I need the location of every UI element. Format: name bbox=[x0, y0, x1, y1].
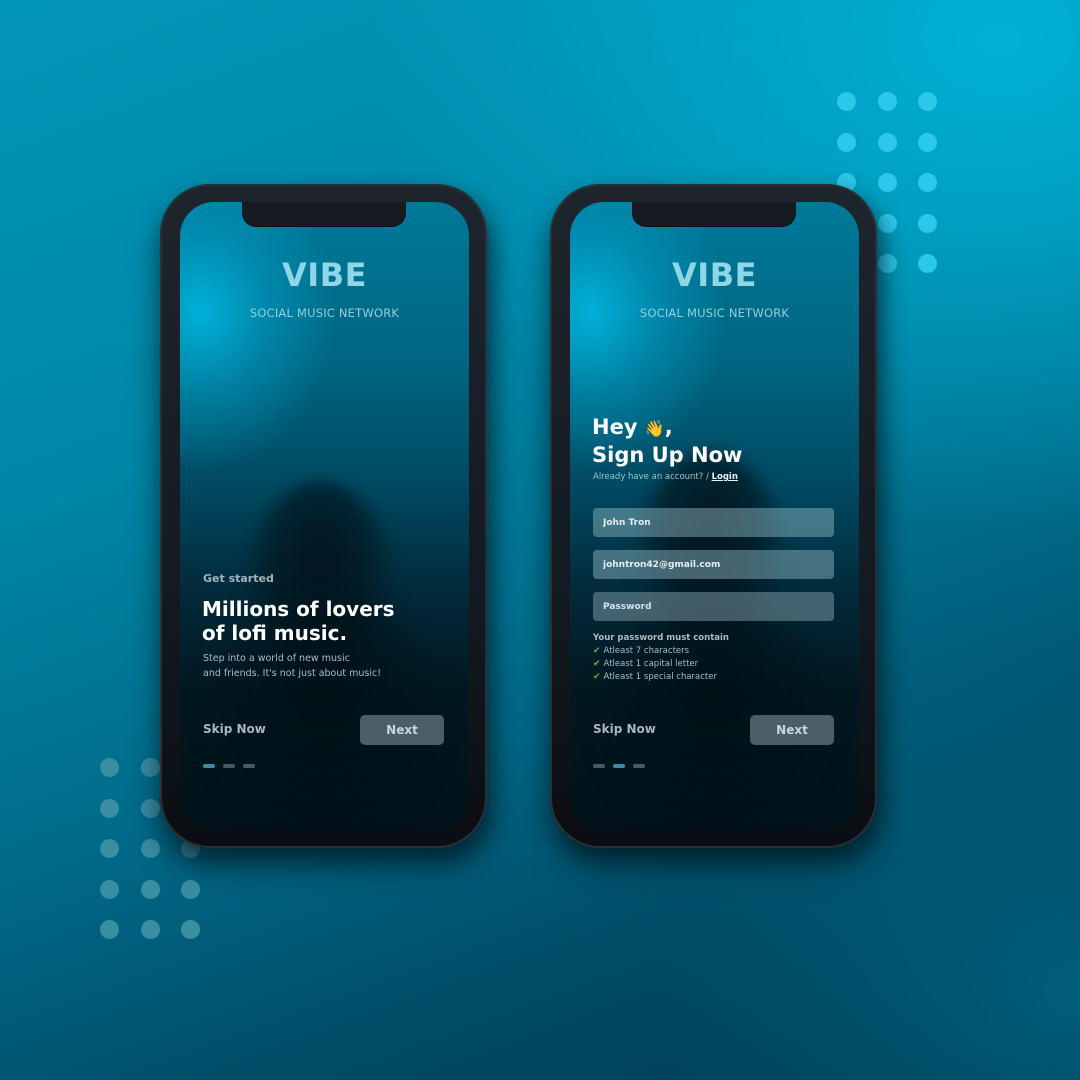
page-indicator bbox=[203, 764, 255, 768]
name-field[interactable] bbox=[593, 508, 834, 537]
greeting-sign-up: Sign Up Now bbox=[592, 443, 743, 467]
decor-dot bbox=[918, 213, 937, 233]
decor-dot bbox=[100, 839, 119, 858]
password-rule-text: Atleast 1 special character bbox=[603, 672, 717, 682]
decor-dot bbox=[918, 132, 937, 152]
decor-dot bbox=[877, 173, 897, 192]
page-dot[interactable] bbox=[633, 764, 645, 768]
page-dot[interactable] bbox=[593, 764, 605, 768]
password-rule: ✔ Atleast 1 special character bbox=[593, 671, 729, 684]
check-icon: ✔ bbox=[593, 659, 601, 669]
onboarding-headline: Millions of lovers of lofi music. bbox=[202, 597, 395, 645]
app-tagline: SOCIAL MUSIC NETWORK bbox=[249, 306, 400, 320]
waving-hand-icon: 👋 bbox=[644, 419, 665, 438]
decor-dot bbox=[140, 758, 160, 777]
decor-dot bbox=[918, 173, 937, 192]
decor-dot bbox=[140, 920, 160, 939]
decor-dot bbox=[140, 879, 160, 899]
check-icon: ✔ bbox=[593, 672, 601, 682]
onboarding-subtext: Step into a world of new music and frien… bbox=[203, 653, 382, 679]
password-rules-title: Your password must contain bbox=[593, 633, 729, 643]
decor-dot bbox=[837, 132, 856, 152]
decor-dot bbox=[100, 798, 119, 818]
page-dot-active[interactable] bbox=[203, 764, 215, 768]
phone-notch bbox=[242, 202, 406, 226]
decor-dot bbox=[140, 839, 160, 858]
decor-dot bbox=[181, 920, 200, 939]
account-prompt-text: Already have an account? / bbox=[593, 472, 709, 482]
password-field[interactable] bbox=[593, 592, 834, 621]
email-field[interactable] bbox=[593, 550, 834, 579]
phone-notch bbox=[632, 202, 796, 226]
password-rule: ✔ Atleast 7 characters bbox=[593, 645, 729, 658]
decor-dot bbox=[877, 92, 897, 111]
app-logo: VIBE bbox=[282, 256, 367, 294]
page-dot-active[interactable] bbox=[613, 764, 625, 768]
decor-dot bbox=[140, 798, 160, 818]
decor-dot bbox=[918, 92, 937, 111]
password-rule-text: Atleast 1 capital letter bbox=[603, 659, 699, 669]
next-button[interactable]: Next bbox=[360, 715, 444, 745]
signup-heading: Hey 👋, Sign Up Now bbox=[592, 414, 742, 468]
next-button[interactable]: Next bbox=[750, 715, 834, 745]
phone-screen: VIBE SOCIAL MUSIC NETWORK Hey 👋, Sign Up… bbox=[570, 202, 859, 830]
page-indicator bbox=[593, 764, 645, 768]
greeting-hey: Hey bbox=[592, 415, 638, 439]
eyebrow-label: Get started bbox=[203, 572, 274, 585]
decor-dot bbox=[877, 254, 897, 273]
greeting-comma: , bbox=[664, 415, 673, 439]
password-requirements: Your password must contain ✔ Atleast 7 c… bbox=[593, 632, 729, 684]
decor-dot bbox=[918, 254, 937, 273]
app-logo: VIBE bbox=[672, 256, 757, 294]
app-tagline: SOCIAL MUSIC NETWORK bbox=[639, 306, 790, 320]
decor-dot bbox=[837, 92, 856, 111]
check-icon: ✔ bbox=[593, 646, 601, 656]
account-prompt: Already have an account? / Login bbox=[593, 472, 738, 482]
phone-mockup-sign-up: VIBE SOCIAL MUSIC NETWORK Hey 👋, Sign Up… bbox=[550, 184, 877, 848]
phone-mockup-get-started: VIBE SOCIAL MUSIC NETWORK Get started Mi… bbox=[160, 184, 487, 848]
decor-dot bbox=[181, 879, 200, 899]
password-rule-text: Atleast 7 characters bbox=[603, 646, 690, 656]
skip-now-link[interactable]: Skip Now bbox=[593, 722, 656, 736]
decor-dot bbox=[100, 920, 119, 939]
decor-dot bbox=[100, 879, 119, 899]
phone-screen: VIBE SOCIAL MUSIC NETWORK Get started Mi… bbox=[180, 202, 469, 830]
login-link[interactable]: Login bbox=[712, 472, 738, 482]
password-rule: ✔ Atleast 1 capital letter bbox=[593, 658, 729, 671]
decor-dot bbox=[877, 132, 897, 152]
page-dot[interactable] bbox=[223, 764, 235, 768]
page-dot[interactable] bbox=[243, 764, 255, 768]
decor-dot bbox=[877, 213, 897, 233]
decor-dot bbox=[100, 758, 119, 777]
skip-now-link[interactable]: Skip Now bbox=[203, 722, 266, 736]
